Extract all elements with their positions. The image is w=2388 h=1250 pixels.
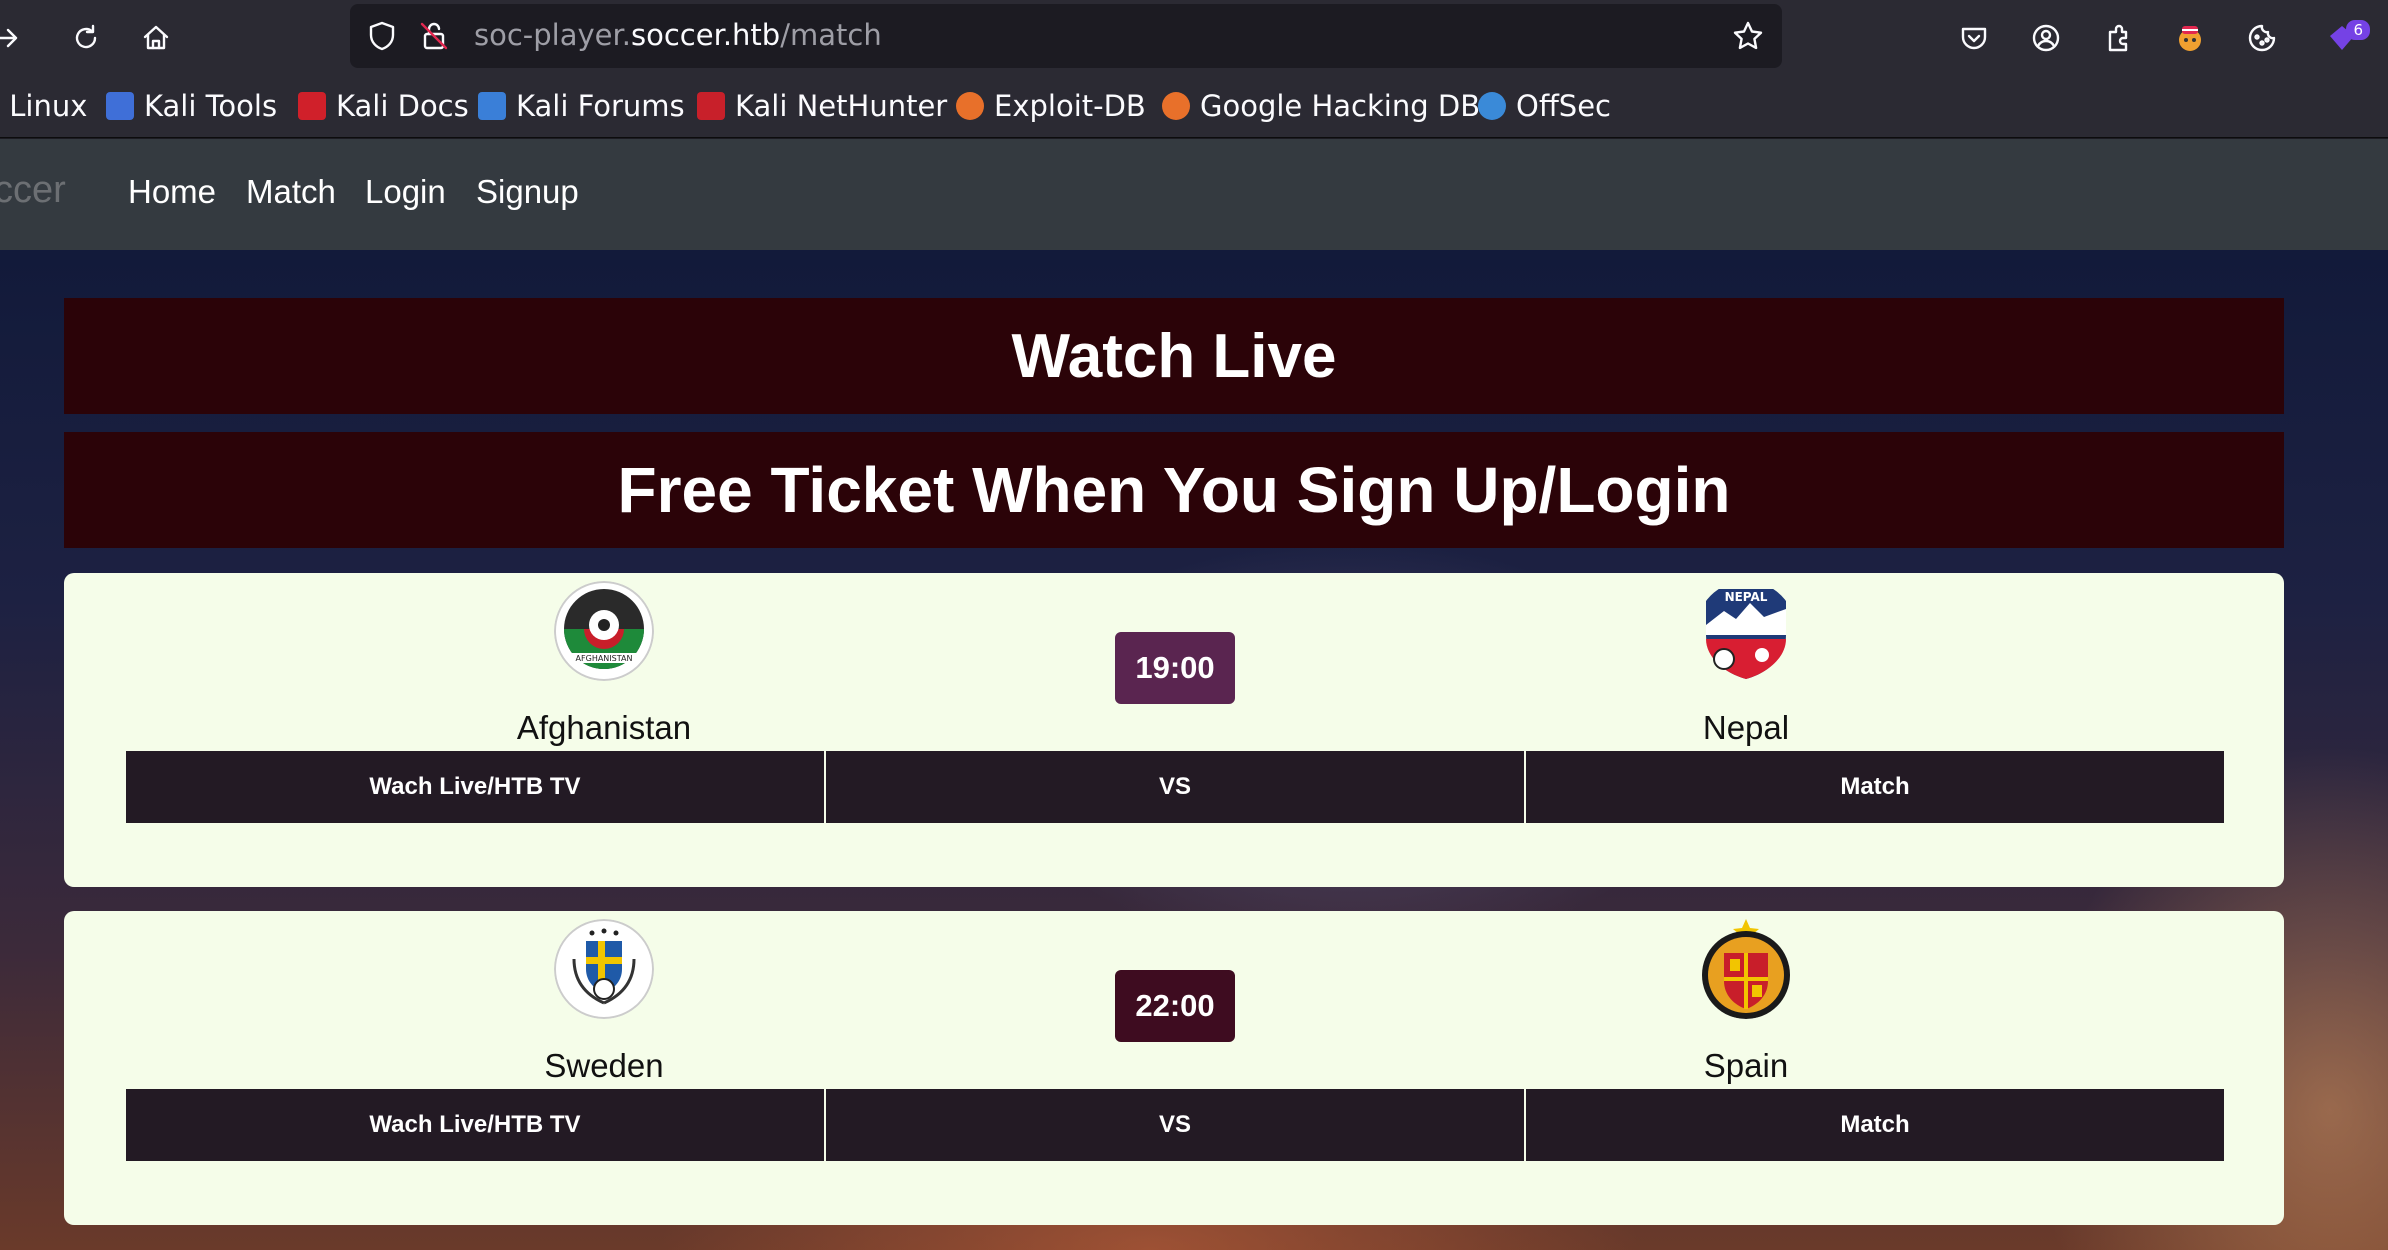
offsec-icon xyxy=(1478,92,1506,120)
extension-mascot-icon[interactable] xyxy=(2166,14,2214,62)
nav-home[interactable]: Home xyxy=(128,173,216,211)
pocket-icon[interactable] xyxy=(1950,14,1998,62)
kickoff-time: 19:00 xyxy=(1115,632,1235,704)
home-team-name: Afghanistan xyxy=(516,709,692,746)
bookmarks-bar: i Linux Kali Tools Kali Docs Kali Forums… xyxy=(0,76,2388,138)
spain-crest-icon xyxy=(1702,919,1790,1019)
bookmark-kali-forums[interactable]: Kali Forums xyxy=(478,88,685,124)
bookmark-offsec[interactable]: OffSec xyxy=(1478,88,1611,124)
google-hacking-db-icon xyxy=(1162,92,1190,120)
bookmark-kali-nethunter[interactable]: Kali NetHunter xyxy=(697,88,947,124)
browser-toolbar: soc-player.soccer.htb/match 6 xyxy=(0,0,2388,76)
bookmark-label: Kali Forums xyxy=(516,89,685,123)
svg-text:AFGHANISTAN: AFGHANISTAN xyxy=(576,654,633,663)
nav-match[interactable]: Match xyxy=(246,173,336,211)
home-team-name: Sweden xyxy=(544,1047,664,1084)
vs-button[interactable]: VS xyxy=(824,1089,1524,1161)
kali-forums-icon xyxy=(478,92,506,120)
bookmark-exploit-db[interactable]: Exploit-DB xyxy=(956,88,1146,124)
away-team-name: Nepal xyxy=(1702,709,1790,746)
watch-live-heading: Watch Live xyxy=(1011,321,1337,391)
forward-icon[interactable] xyxy=(0,14,30,62)
bookmark-kali-docs[interactable]: Kali Docs xyxy=(298,88,469,124)
bookmark-label: i Linux xyxy=(0,89,88,123)
bookmark-kali-linux[interactable]: i Linux xyxy=(0,88,87,124)
exploit-db-icon xyxy=(956,92,984,120)
match-button[interactable]: Match xyxy=(1524,1089,2224,1161)
kickoff-time: 22:00 xyxy=(1115,970,1235,1042)
bookmark-label: Kali NetHunter xyxy=(735,89,948,123)
watch-live-button[interactable]: Wach Live/HTB TV xyxy=(126,751,824,823)
bookmark-kali-tools[interactable]: Kali Tools xyxy=(106,88,277,124)
insecure-lock-icon[interactable] xyxy=(418,20,450,52)
extension-badge-icon[interactable]: 6 xyxy=(2310,14,2374,62)
free-ticket-banner: Free Ticket When You Sign Up/Login xyxy=(64,432,2284,548)
watch-live-banner: Watch Live xyxy=(64,298,2284,414)
account-icon[interactable] xyxy=(2022,14,2070,62)
extensions-icon[interactable] xyxy=(2094,14,2142,62)
bookmark-label: Kali Docs xyxy=(336,89,469,123)
free-ticket-heading: Free Ticket When You Sign Up/Login xyxy=(617,454,1731,526)
kali-nethunter-icon xyxy=(697,92,725,120)
match-button[interactable]: Match xyxy=(1524,751,2224,823)
vs-button[interactable]: VS xyxy=(824,751,1524,823)
nav-login[interactable]: Login xyxy=(365,173,446,211)
nav-signup[interactable]: Signup xyxy=(476,173,579,211)
svg-text:NEPAL: NEPAL xyxy=(1725,590,1768,604)
bookmark-star-icon[interactable] xyxy=(1732,20,1764,52)
site-navbar: ccer Home Match Login Signup xyxy=(0,139,2388,250)
nepal-crest-icon: NEPAL xyxy=(1706,589,1786,679)
afghanistan-crest-icon: AFGHANISTAN xyxy=(554,581,654,681)
bookmark-label: Google Hacking DB xyxy=(1200,89,1481,123)
bookmark-label: OffSec xyxy=(1516,89,1612,123)
bookmark-label: Exploit-DB xyxy=(994,89,1146,123)
match-actions: Wach Live/HTB TV VS Match xyxy=(126,751,2224,823)
sweden-crest-icon xyxy=(554,919,654,1019)
url-domain: soccer.htb xyxy=(630,18,781,52)
extension-badge-count: 6 xyxy=(2346,20,2370,40)
kali-docs-icon xyxy=(298,92,326,120)
cookie-icon[interactable] xyxy=(2238,14,2286,62)
bookmark-google-hacking-db[interactable]: Google Hacking DB xyxy=(1162,88,1480,124)
match-card: Sweden 22:00 Spain Wach Live/HTB TV VS M… xyxy=(64,911,2284,1225)
match-actions: Wach Live/HTB TV VS Match xyxy=(126,1089,2224,1161)
tracking-protection-icon[interactable] xyxy=(366,20,398,52)
away-team-name: Spain xyxy=(1703,1047,1789,1084)
watch-live-button[interactable]: Wach Live/HTB TV xyxy=(126,1089,824,1161)
match-card: AFGHANISTAN Afghanistan 19:00 NEPAL Nepa… xyxy=(64,573,2284,887)
bookmark-label: Kali Tools xyxy=(144,89,278,123)
home-icon[interactable] xyxy=(132,14,180,62)
kali-tools-icon xyxy=(106,92,134,120)
site-brand[interactable]: ccer xyxy=(0,169,66,212)
reload-icon[interactable] xyxy=(62,14,110,62)
url-text[interactable]: soc-player.soccer.htb/match xyxy=(474,18,882,52)
address-bar[interactable]: soc-player.soccer.htb/match xyxy=(350,4,1782,68)
